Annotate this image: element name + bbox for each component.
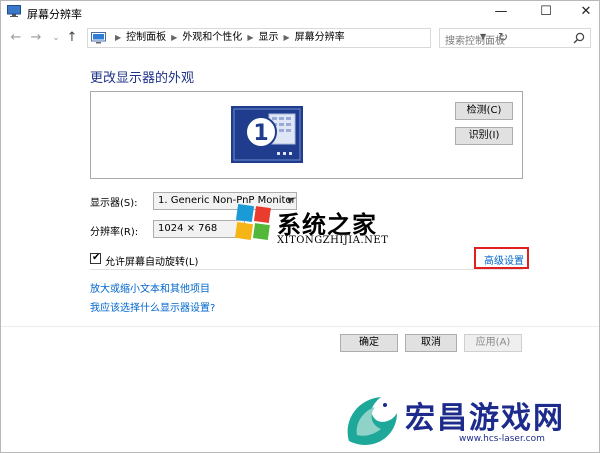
cancel-button[interactable]: 取消	[405, 334, 457, 352]
search-box[interactable]: 搜索控制面板	[439, 28, 591, 48]
title-bar: 屏幕分辨率 — ☐ ✕	[1, 1, 599, 23]
close-button[interactable]: ✕	[566, 1, 600, 23]
breadcrumb-display[interactable]: 显示	[258, 32, 278, 43]
footer-divider	[1, 326, 599, 327]
search-icon[interactable]	[573, 32, 585, 44]
recent-locations-chevron-icon[interactable]: ⌄	[49, 30, 63, 46]
forward-arrow-icon[interactable]: →	[29, 30, 43, 46]
xitongzhijia-logo-icon	[234, 203, 271, 241]
which-settings-link[interactable]: 我应该选择什么显示器设置?	[90, 299, 215, 314]
watermark-hongchang-title: 宏昌游戏网	[405, 401, 565, 436]
advanced-settings-link[interactable]: 高级设置	[484, 252, 524, 267]
breadcrumb-separator-icon[interactable]: ▶	[171, 33, 177, 42]
back-arrow-icon[interactable]: ←	[9, 30, 23, 46]
minimize-button[interactable]: —	[481, 1, 521, 23]
watermark-hongchang: 宏昌游戏网 www.hcs-laser.com	[341, 391, 599, 451]
breadcrumb: ▶ 控制面板 ▶ 外观和个性化 ▶ 显示 ▶ 屏幕分辨率	[110, 29, 345, 47]
breadcrumb-separator-icon: ▶	[115, 33, 122, 42]
page-title: 更改显示器的外观	[90, 71, 195, 86]
checkmark-icon: ✔	[92, 252, 101, 263]
apply-button[interactable]: 应用(A)	[464, 334, 522, 352]
display-label: 显示器(S):	[90, 198, 138, 209]
watermark-hongchang-url: www.hcs-laser.com	[459, 434, 545, 444]
address-bar[interactable]: ▶ 控制面板 ▶ 外观和个性化 ▶ 显示 ▶ 屏幕分辨率 ▼ ↻	[87, 28, 508, 48]
dragon-logo-icon	[347, 397, 397, 445]
auto-rotate-checkbox[interactable]: ✔	[90, 252, 101, 264]
maximize-button[interactable]: ☐	[526, 1, 566, 23]
breadcrumb-separator-icon[interactable]: ▶	[247, 33, 253, 42]
watermark-xitongzhijia: 系统之家 XITONGZHIJIA.NET	[233, 201, 411, 253]
window-title: 屏幕分辨率	[27, 8, 82, 21]
search-input[interactable]: 搜索控制面板	[445, 32, 505, 47]
display-app-icon	[7, 5, 21, 17]
watermark-xitongzhijia-url: XITONGZHIJIA.NET	[277, 235, 389, 246]
control-panel-icon	[91, 32, 106, 44]
section-divider	[90, 269, 523, 270]
up-arrow-icon[interactable]: ↑	[65, 30, 79, 46]
ok-button[interactable]: 确定	[340, 334, 398, 352]
resolution-select-value: 1024 × 768	[158, 223, 218, 234]
navigation-bar: ← → ⌄ ↑ ▶ 控制面板 ▶ 外观和个性化 ▶ 显示 ▶ 屏幕分辨率 ▼ ↻ 搜索控制面板	[1, 27, 599, 51]
resolution-label: 分辨率(R):	[90, 227, 139, 238]
screen-resolution-window: 屏幕分辨率 — ☐ ✕ ← → ⌄ ↑ ▶ 控制面板 ▶ 外观和个性化 ▶ 显示 ▶ 屏幕分辨…	[0, 0, 600, 453]
breadcrumb-control-panel[interactable]: 控制面板	[126, 32, 166, 43]
breadcrumb-appearance[interactable]: 外观和个性化	[182, 32, 242, 43]
text-size-link[interactable]: 放大或缩小文本和其他项目	[90, 280, 210, 295]
identify-button[interactable]: 识别(I)	[455, 127, 513, 145]
advanced-settings-highlight: 高级设置	[474, 247, 529, 269]
monitor-icon[interactable]: 1	[231, 106, 303, 163]
resolution-select[interactable]: 1024 × 768	[153, 220, 245, 238]
breadcrumb-separator-icon[interactable]: ▶	[283, 33, 289, 42]
detect-button[interactable]: 检测(C)	[455, 102, 513, 120]
monitor-number-label: 1	[253, 121, 268, 146]
auto-rotate-label[interactable]: 允许屏幕自动旋转(L)	[105, 253, 198, 268]
breadcrumb-screen-resolution[interactable]: 屏幕分辨率	[295, 32, 345, 43]
monitor-preview-panel: 1 检测(C) 识别(I)	[90, 91, 523, 179]
